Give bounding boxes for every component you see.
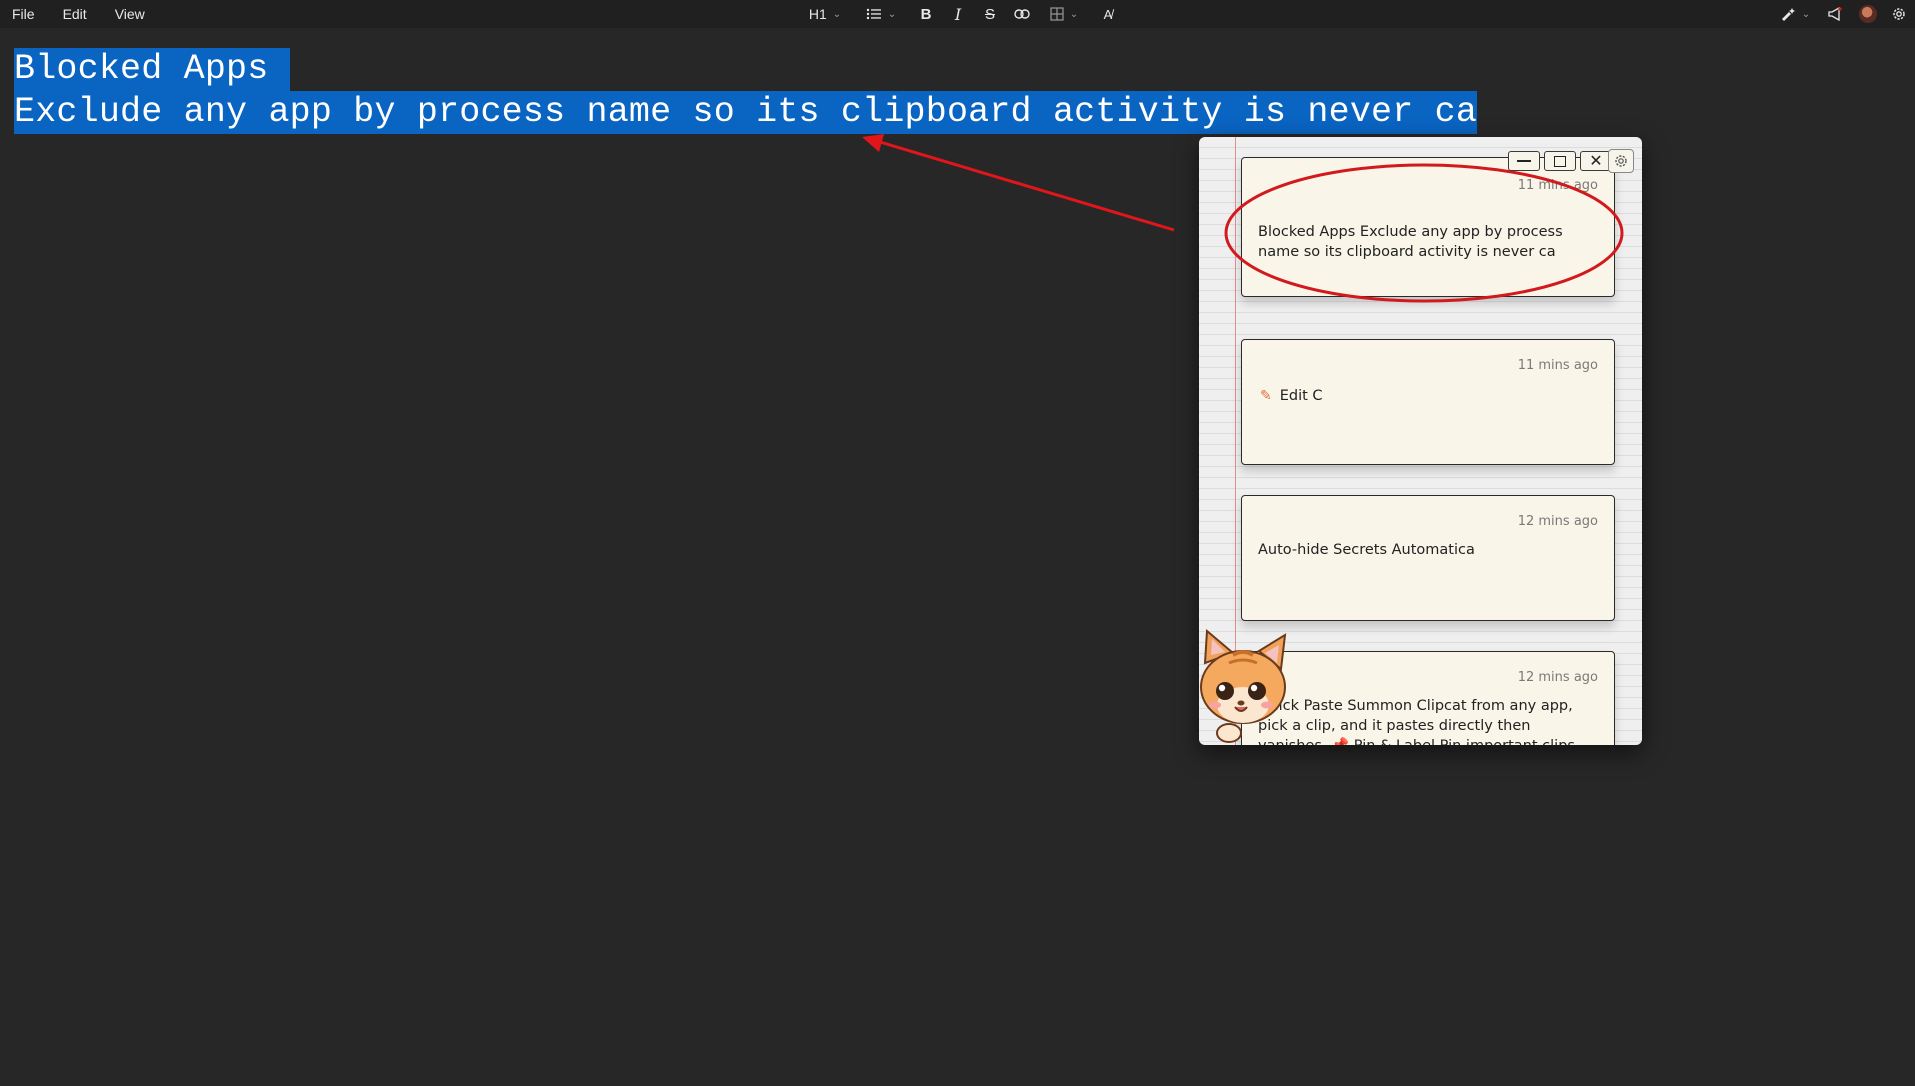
italic-icon: I: [954, 4, 962, 24]
pen-sparkle-icon: [1781, 8, 1795, 21]
highlight-ellipse: [1224, 163, 1624, 303]
spellcheck-button[interactable]: A̸: [1090, 0, 1126, 28]
link-icon: [1014, 9, 1030, 19]
avatar-icon: [1859, 5, 1877, 23]
clip-text: Auto-hide Secrets Automatica: [1258, 542, 1475, 558]
menu-bar: File Edit View H1 ⌄ ⌄ B I S ⌄ A̸ ⌄: [0, 0, 1915, 28]
minimize-button[interactable]: [1508, 151, 1540, 171]
menu-file[interactable]: File: [12, 6, 35, 22]
spellcheck-icon: A̸: [1103, 6, 1113, 22]
gear-icon: [1893, 8, 1905, 20]
clip-timestamp: 12 mins ago: [1517, 514, 1598, 529]
pencil-icon: ✎: [1260, 388, 1272, 404]
italic-button[interactable]: I: [942, 0, 974, 28]
chevron-down-icon: ⌄: [887, 8, 897, 20]
minimize-icon: [1517, 160, 1531, 162]
list-dropdown[interactable]: ⌄: [858, 0, 904, 28]
strikethrough-button[interactable]: S: [974, 0, 1006, 28]
chevron-down-icon: ⌄: [1069, 8, 1079, 20]
clip-card[interactable]: 12 mins ago Quick Paste Summon Clipcat f…: [1241, 651, 1615, 745]
clip-text-row: ✎ Edit C: [1260, 386, 1600, 406]
table-icon: [1050, 7, 1064, 21]
gear-icon: [1615, 155, 1627, 167]
strikethrough-icon: S: [984, 5, 995, 23]
selected-body-text[interactable]: Exclude any app by process name so its c…: [14, 91, 1478, 134]
window-settings-button[interactable]: [1608, 149, 1634, 173]
table-dropdown[interactable]: ⌄: [1042, 0, 1086, 28]
link-button[interactable]: [1006, 0, 1038, 28]
settings-button[interactable]: [1883, 0, 1915, 28]
maximize-button[interactable]: [1544, 151, 1576, 171]
clip-text: Edit C: [1279, 388, 1323, 404]
clipboard-history-window[interactable]: ✕ 11 mins ago Blocked Apps Exclude any a…: [1199, 137, 1642, 745]
clip-timestamp: 11 mins ago: [1517, 358, 1598, 373]
clip-text: Quick Paste Summon Clipcat from any app,…: [1258, 698, 1575, 745]
bold-icon: B: [920, 5, 932, 23]
bulleted-list-icon: [866, 8, 881, 20]
cat-mascot-icon: [1200, 628, 1287, 743]
heading-dropdown[interactable]: H1 ⌄: [800, 0, 850, 28]
user-avatar[interactable]: [1853, 0, 1883, 28]
chevron-down-icon: ⌄: [832, 8, 842, 20]
chevron-down-icon: ⌄: [1801, 8, 1811, 20]
menu-view[interactable]: View: [115, 6, 145, 22]
heading-label: H1: [808, 6, 827, 22]
selected-heading-text[interactable]: Blocked Apps: [14, 48, 290, 91]
clip-card[interactable]: 12 mins ago Auto-hide Secrets Automatica: [1241, 495, 1615, 621]
formatting-toolbar: H1 ⌄ ⌄ B I S ⌄ A̸: [800, 0, 1126, 28]
megaphone-icon: [1828, 7, 1842, 21]
clip-card[interactable]: 11 mins ago ✎ Edit C: [1241, 339, 1615, 465]
close-icon: ✕: [1589, 151, 1603, 170]
clip-timestamp: 12 mins ago: [1517, 670, 1598, 685]
bold-button[interactable]: B: [910, 0, 942, 28]
menu-edit[interactable]: Edit: [63, 6, 87, 22]
copilot-dropdown[interactable]: ⌄: [1773, 0, 1817, 28]
maximize-icon: [1554, 155, 1566, 167]
window-controls: ✕: [1508, 151, 1612, 171]
announcement-button[interactable]: [1817, 0, 1853, 28]
